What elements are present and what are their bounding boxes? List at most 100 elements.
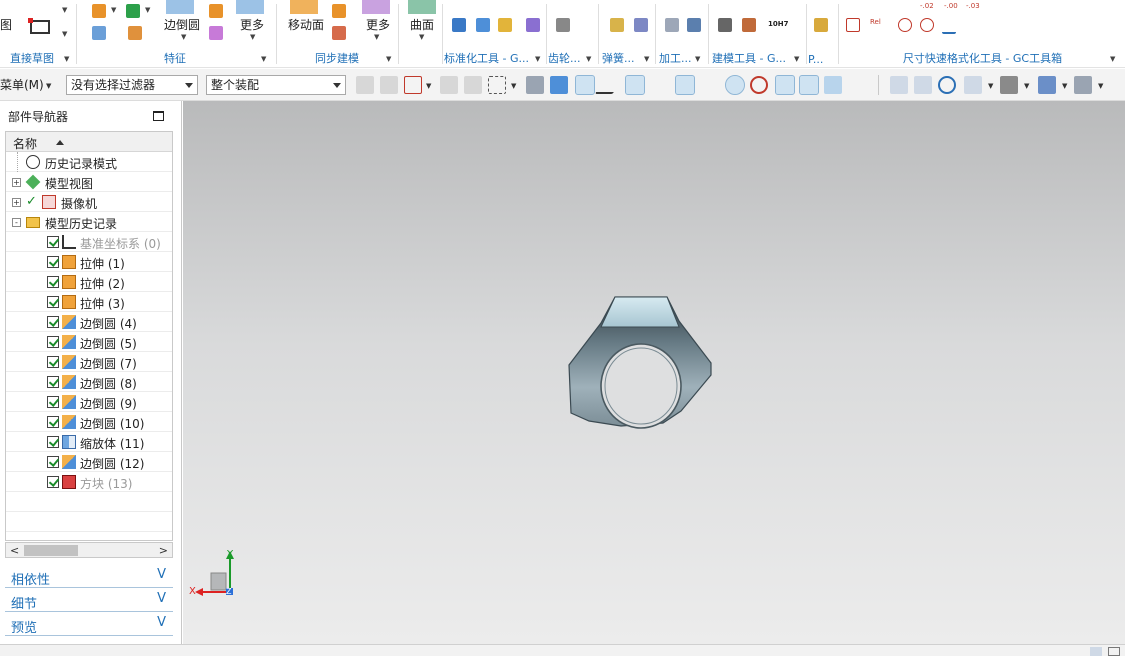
machining-tool-icon[interactable] — [687, 18, 701, 32]
panel-preview[interactable]: 预览 V — [5, 614, 173, 636]
hole-icon[interactable] — [126, 4, 140, 18]
dim-tolerance-text[interactable]: -.03 — [966, 2, 980, 10]
scroll-right-icon[interactable]: > — [159, 544, 168, 557]
more-feature-big-icon[interactable] — [236, 0, 264, 14]
curve-icon[interactable] — [650, 76, 668, 94]
column-header-name[interactable]: 名称 — [13, 135, 37, 152]
chevron-down-icon[interactable]: ▼ — [46, 82, 51, 90]
perpendicular-icon[interactable] — [700, 76, 718, 94]
modeling-tool-icon[interactable] — [742, 18, 756, 32]
quadrant-icon[interactable] — [750, 76, 768, 94]
checkbox[interactable] — [47, 236, 59, 248]
standard-tool-icon[interactable] — [452, 18, 466, 32]
feature-row[interactable]: 边倒圆 (5) — [6, 332, 172, 352]
feature-row[interactable]: 边倒圆 (12) — [6, 452, 172, 472]
chevron-down-icon[interactable]: ▼ — [386, 55, 391, 63]
dim-format-icon[interactable] — [846, 18, 860, 32]
feature-row[interactable]: 边倒圆 (10) — [6, 412, 172, 432]
checkbox[interactable] — [47, 376, 59, 388]
extrude-small-icon[interactable] — [92, 4, 106, 18]
snap-icon[interactable] — [380, 76, 398, 94]
chevron-down-icon[interactable]: ▼ — [794, 55, 799, 63]
scroll-left-icon[interactable]: < — [10, 544, 19, 557]
checkbox[interactable] — [47, 456, 59, 468]
chevron-down-icon[interactable]: ▼ — [695, 55, 700, 63]
sketch-partial-label[interactable]: 图 — [0, 16, 12, 33]
panel-dependencies[interactable]: 相依性 V — [5, 566, 173, 588]
undo-arrow-icon[interactable] — [942, 20, 956, 34]
ring-model[interactable] — [568, 296, 712, 429]
collapse-icon[interactable]: - — [12, 218, 21, 227]
horizontal-scrollbar[interactable]: < > — [5, 542, 173, 558]
modeling-tool-icon[interactable] — [718, 18, 732, 32]
expand-icon[interactable]: + — [12, 178, 21, 187]
dim-tolerance-text[interactable]: -.02 — [920, 2, 934, 10]
dim-tolerance-text[interactable]: -.00 — [944, 2, 958, 10]
box-icon[interactable] — [92, 26, 106, 40]
maximize-icon[interactable] — [153, 111, 164, 121]
checkbox[interactable] — [47, 396, 59, 408]
more-feature-button[interactable]: 更多 — [240, 16, 264, 33]
edit-section-icon[interactable] — [1074, 76, 1092, 94]
center-point-icon[interactable] — [725, 75, 745, 95]
feature-row[interactable]: 边倒圆 (4) — [6, 312, 172, 332]
shell-icon[interactable] — [128, 26, 142, 40]
machining-icon[interactable] — [665, 18, 679, 32]
chevron-down-icon[interactable]: ▼ — [419, 33, 424, 63]
checkbox[interactable] — [47, 476, 59, 488]
chevron-down-icon[interactable]: ▼ — [1062, 82, 1067, 90]
assembly-scope-select[interactable]: 整个装配 — [206, 75, 346, 95]
snap-line-icon[interactable] — [625, 75, 645, 95]
checkbox[interactable] — [47, 336, 59, 348]
more-sync-big-icon[interactable] — [362, 0, 390, 14]
grid-icon[interactable] — [850, 76, 868, 94]
checkbox[interactable] — [47, 296, 59, 308]
chevron-down-icon[interactable]: ▼ — [426, 82, 431, 90]
checkbox[interactable] — [47, 436, 59, 448]
edge-blend-button[interactable]: 边倒圆 — [164, 16, 200, 33]
zoom-icon[interactable] — [914, 76, 932, 94]
feature-row[interactable]: 缩放体 (11) — [6, 432, 172, 452]
tree-node[interactable]: + 模型视图 — [6, 172, 172, 192]
intersection-icon[interactable] — [775, 75, 795, 95]
draft-icon[interactable] — [209, 26, 223, 40]
spring-tool-icon[interactable] — [634, 18, 648, 32]
midpoint-icon[interactable] — [675, 75, 695, 95]
point-on-face-icon[interactable] — [824, 76, 842, 94]
gear-icon[interactable] — [556, 18, 570, 32]
feature-row[interactable]: 边倒圆 (9) — [6, 392, 172, 412]
offset-face-icon[interactable] — [332, 4, 346, 18]
checkbox[interactable] — [47, 416, 59, 428]
feature-row[interactable]: 拉伸 (2) — [6, 272, 172, 292]
move-face-button[interactable]: 移动面 — [288, 16, 324, 33]
panel-details[interactable]: 细节 V — [5, 590, 173, 612]
chevron-down-icon[interactable]: ▼ — [1110, 55, 1115, 63]
surface-button[interactable]: 曲面 — [410, 16, 434, 33]
diameter-icon[interactable] — [920, 18, 934, 32]
tree-header[interactable]: 名称 — [6, 132, 172, 152]
chevron-down-icon[interactable]: ▼ — [988, 82, 993, 90]
body-select-icon[interactable] — [550, 76, 568, 94]
checkbox[interactable] — [47, 276, 59, 288]
feature-row[interactable]: 边倒圆 (7) — [6, 352, 172, 372]
face-select-icon[interactable] — [526, 76, 544, 94]
rectangle-icon[interactable] — [30, 20, 50, 34]
tolerance-label[interactable]: 10H7 — [768, 20, 788, 28]
snap-icon[interactable] — [440, 76, 458, 94]
fit-view-icon[interactable] — [890, 76, 908, 94]
graphics-viewport[interactable]: Y X Z — [183, 101, 1125, 644]
status-icon[interactable] — [1108, 647, 1120, 656]
checkbox[interactable] — [47, 256, 59, 268]
spring-icon[interactable] — [610, 18, 624, 32]
snap-icon[interactable] — [464, 76, 482, 94]
rectangle-select-icon[interactable] — [488, 76, 506, 94]
chevron-down-icon[interactable]: ▼ — [64, 55, 69, 63]
edge-blend-big-icon[interactable] — [166, 0, 194, 14]
more-sync-button[interactable]: 更多 — [366, 16, 390, 33]
select-mode-icon[interactable] — [404, 76, 422, 94]
delete-face-icon[interactable] — [332, 26, 346, 40]
standard-tool-icon[interactable] — [498, 18, 512, 32]
feature-row[interactable]: 边倒圆 (8) — [6, 372, 172, 392]
diameter-icon[interactable] — [898, 18, 912, 32]
feature-small-icon[interactable] — [209, 4, 223, 18]
